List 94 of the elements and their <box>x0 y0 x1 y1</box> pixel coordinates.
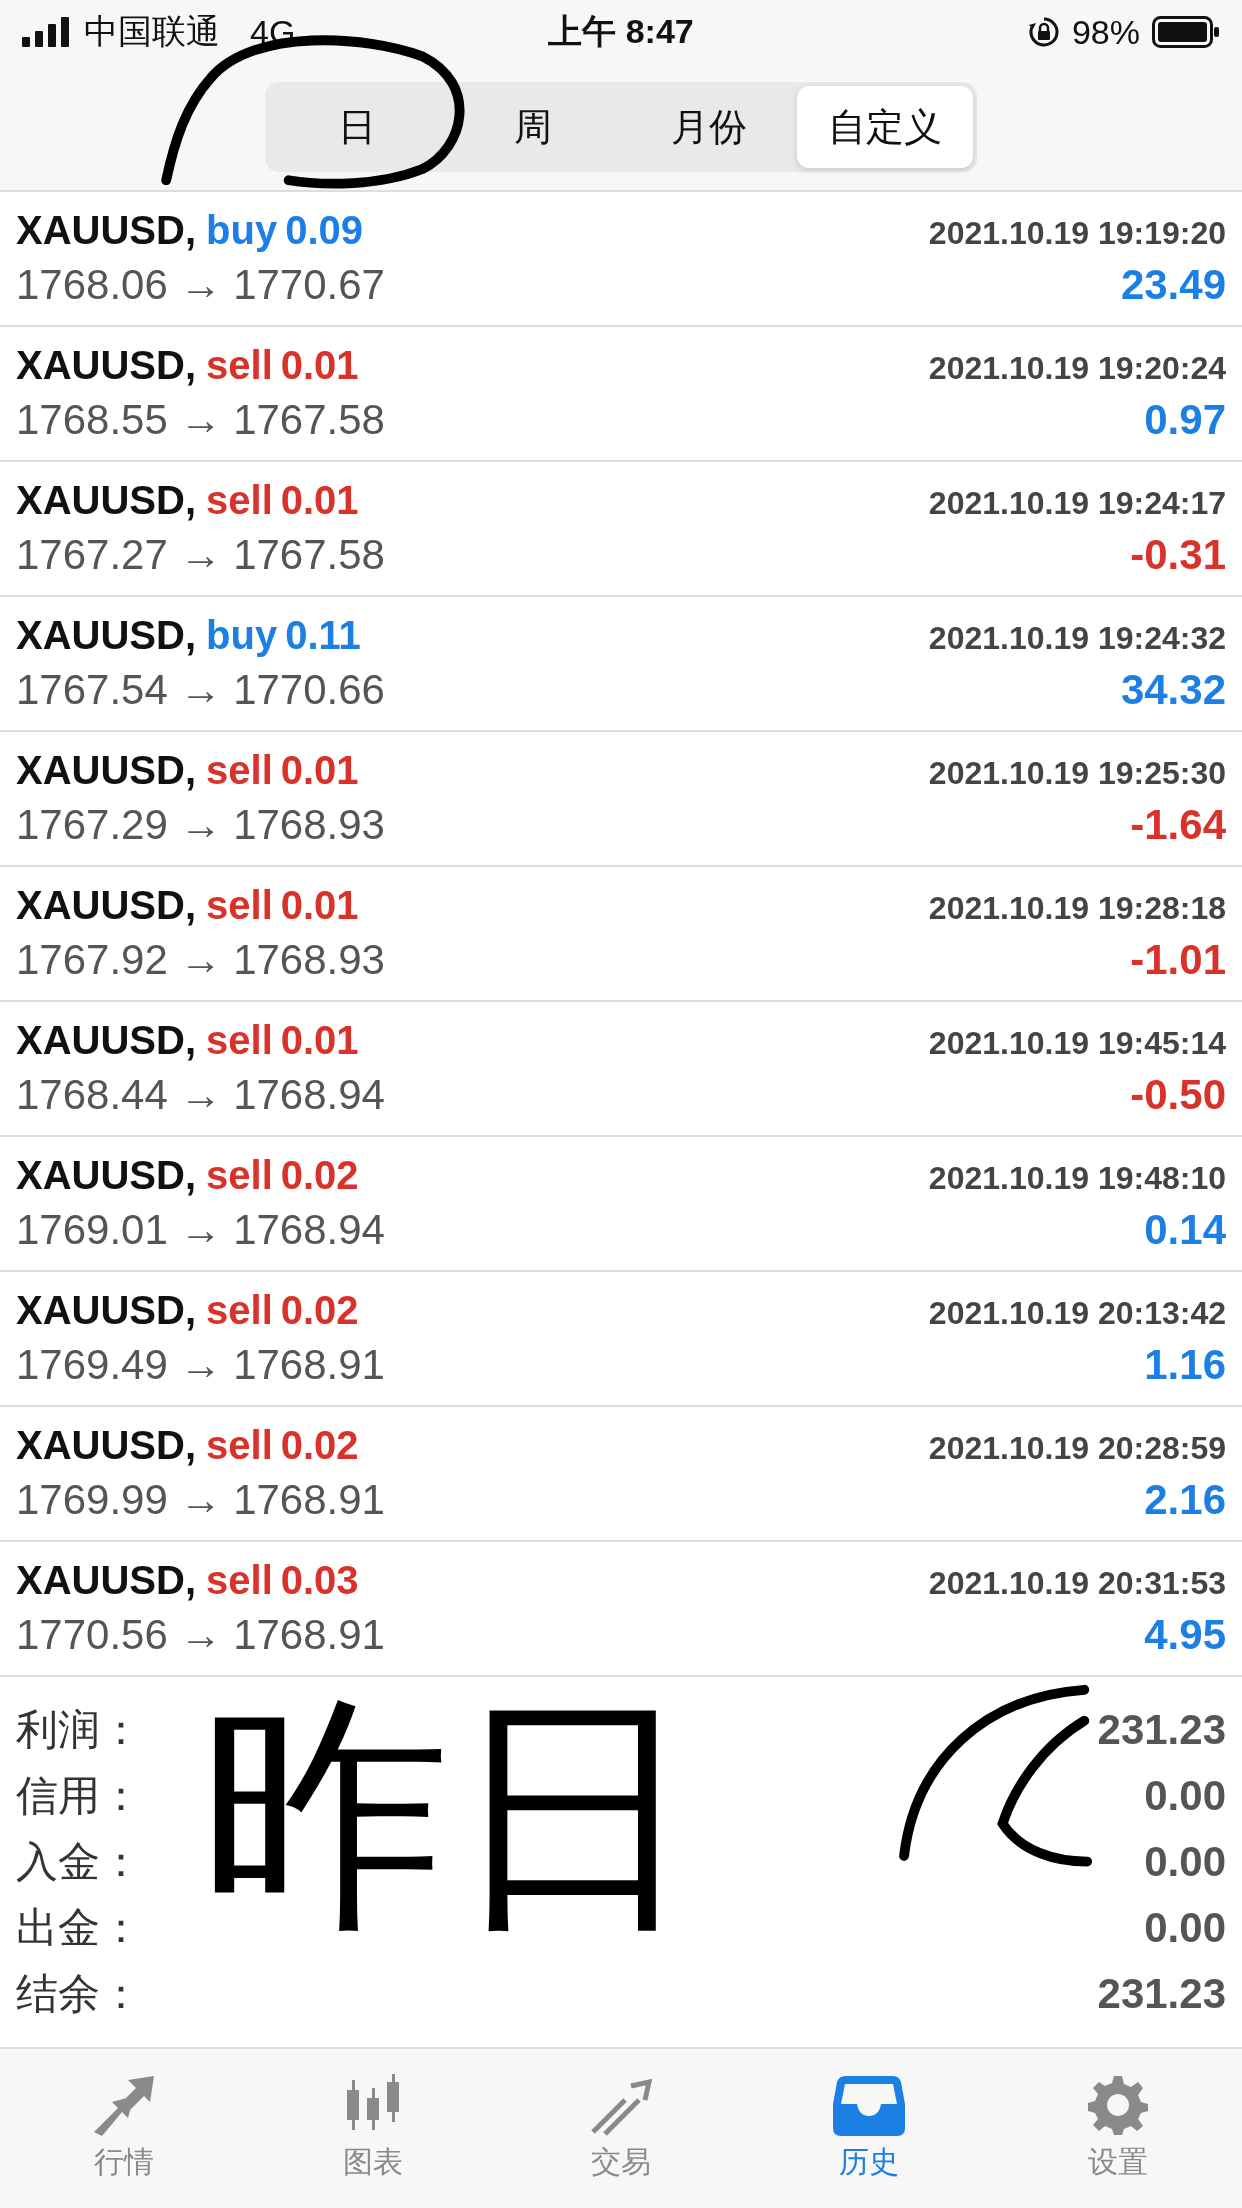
order-side: sell <box>206 1558 273 1603</box>
order-volume: 0.09 <box>285 208 363 253</box>
order-volume: 0.02 <box>280 1153 359 1198</box>
nav-tab[interactable]: 历史 <box>769 2073 970 2184</box>
battery-percent: 98% <box>1071 12 1140 52</box>
deal-time: 2021.10.19 19:24:32 <box>928 620 1226 657</box>
symbol-name: XAUUSD, <box>16 478 197 523</box>
symbol-name: XAUUSD, <box>16 883 197 928</box>
symbol-name: XAUUSD, <box>16 1423 197 1468</box>
period-tab[interactable]: 月份 <box>621 86 797 168</box>
handwritten-note: 昨日 <box>200 1690 700 1940</box>
price-range: 1769.01 → 1768.94 <box>16 1206 385 1254</box>
carrier-name: 中国联通 <box>84 11 220 52</box>
price-range: 1768.55 → 1767.58 <box>16 396 385 444</box>
summary-value: 0.00 <box>1144 1838 1226 1886</box>
symbol-name: XAUUSD, <box>16 343 197 388</box>
order-volume: 0.11 <box>285 613 361 658</box>
summary-label: 入金： <box>16 1837 142 1887</box>
profit-value: 34.32 <box>1120 666 1226 714</box>
order-side: buy <box>206 208 278 253</box>
price-range: 1767.27 → 1767.58 <box>16 531 385 579</box>
profit-value: -1.64 <box>1130 801 1226 849</box>
order-side: sell <box>206 1288 273 1333</box>
period-tab[interactable]: 自定义 <box>797 86 973 168</box>
summary-label: 出金： <box>16 1903 142 1953</box>
order-side: sell <box>206 478 273 523</box>
inbox-icon <box>833 2074 906 2136</box>
profit-value: -0.31 <box>1130 531 1226 579</box>
order-volume: 0.03 <box>280 1558 359 1603</box>
profit-value: 2.16 <box>1144 1476 1226 1524</box>
symbol-name: XAUUSD, <box>16 613 197 658</box>
summary-value: 0.00 <box>1144 1904 1226 1952</box>
period-tab[interactable]: 周 <box>445 86 621 168</box>
symbol-name: XAUUSD, <box>16 208 197 253</box>
price-range: 1767.92 → 1768.93 <box>16 936 385 984</box>
order-volume: 0.01 <box>280 478 359 523</box>
order-volume: 0.01 <box>280 883 359 928</box>
order-volume: 0.02 <box>280 1423 359 1468</box>
price-range: 1767.54 → 1770.66 <box>16 666 385 714</box>
order-volume: 0.02 <box>280 1288 359 1333</box>
deal-time: 2021.10.19 19:24:17 <box>928 485 1226 522</box>
order-volume: 0.01 <box>280 343 359 388</box>
gear-icon <box>1086 2074 1149 2136</box>
deal-time: 2021.10.19 19:45:14 <box>928 1025 1226 1062</box>
deal-time: 2021.10.19 19:20:24 <box>928 350 1226 387</box>
nav-tab[interactable]: 图表 <box>272 2073 473 2184</box>
summary-label: 信用： <box>16 1771 142 1821</box>
price-range: 1768.06 → 1770.67 <box>16 261 385 309</box>
price-range: 1769.49 → 1768.91 <box>16 1341 385 1389</box>
symbol-name: XAUUSD, <box>16 1153 197 1198</box>
deal-time: 2021.10.19 20:13:42 <box>928 1295 1226 1332</box>
summary-value: 231.23 <box>1097 1970 1226 2018</box>
nav-tab[interactable]: 交易 <box>520 2073 721 2184</box>
clock-time: 上午 8:47 <box>548 11 694 52</box>
summary-value: 231.23 <box>1097 1706 1226 1754</box>
symbol-name: XAUUSD, <box>16 748 197 793</box>
order-volume: 0.01 <box>280 1018 359 1063</box>
nav-tab[interactable]: 设置 <box>1017 2073 1218 2184</box>
order-side: buy <box>206 613 278 658</box>
price-range: 1767.29 → 1768.93 <box>16 801 385 849</box>
symbol-name: XAUUSD, <box>16 1558 197 1603</box>
profit-value: 23.49 <box>1120 261 1226 309</box>
order-side: sell <box>206 343 273 388</box>
profit-value: -0.50 <box>1130 1071 1226 1119</box>
deal-time: 2021.10.19 19:19:20 <box>928 215 1226 252</box>
rotation-lock-icon <box>1027 16 1060 48</box>
summary-label: 结余： <box>16 1969 142 2019</box>
profit-value: 0.97 <box>1144 396 1226 444</box>
order-side: sell <box>206 748 273 793</box>
price-range: 1769.99 → 1768.91 <box>16 1476 385 1524</box>
deal-time: 2021.10.19 19:28:18 <box>928 890 1226 927</box>
order-side: sell <box>206 883 273 928</box>
symbol-name: XAUUSD, <box>16 1018 197 1063</box>
summary-value: 0.00 <box>1144 1772 1226 1820</box>
deal-time: 2021.10.19 19:25:30 <box>928 755 1226 792</box>
deal-time: 2021.10.19 20:28:59 <box>928 1430 1226 1467</box>
profit-value: -1.01 <box>1130 936 1226 984</box>
order-volume: 0.01 <box>280 748 359 793</box>
signal-icon <box>22 17 72 47</box>
period-tab[interactable]: 日 <box>269 86 445 168</box>
order-side: sell <box>206 1018 273 1063</box>
summary-label: 利润： <box>16 1705 142 1755</box>
profit-value: 0.14 <box>1144 1206 1226 1254</box>
order-side: sell <box>206 1423 273 1468</box>
price-range: 1768.44 → 1768.94 <box>16 1071 385 1119</box>
profit-value: 1.16 <box>1144 1341 1226 1389</box>
profit-value: 4.95 <box>1144 1611 1226 1659</box>
symbol-name: XAUUSD, <box>16 1288 197 1333</box>
order-side: sell <box>206 1153 273 1198</box>
deal-time: 2021.10.19 19:48:10 <box>928 1160 1226 1197</box>
price-range: 1770.56 → 1768.91 <box>16 1611 385 1659</box>
deal-time: 2021.10.19 20:31:53 <box>928 1565 1226 1602</box>
nav-tab[interactable]: 行情 <box>24 2073 225 2184</box>
battery-icon <box>1152 16 1220 48</box>
